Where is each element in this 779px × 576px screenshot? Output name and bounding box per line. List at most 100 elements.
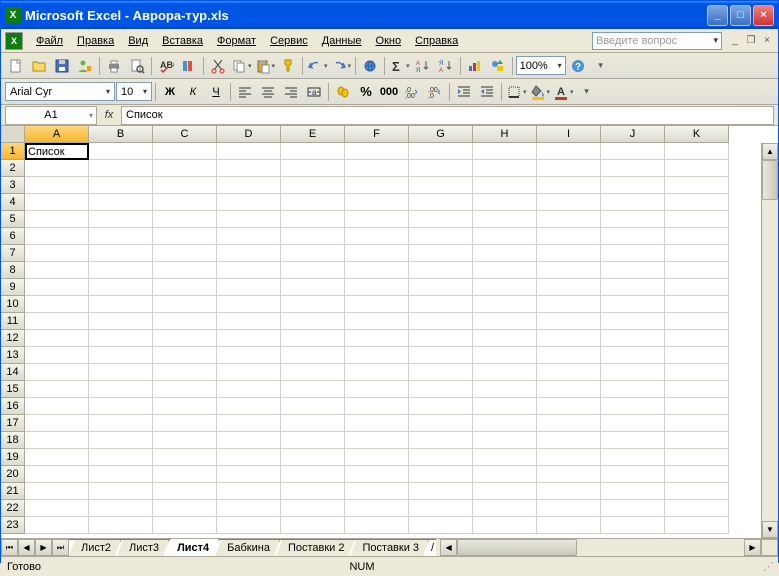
cell-B19[interactable] bbox=[89, 449, 153, 466]
cell-A2[interactable] bbox=[25, 160, 89, 177]
cell-B23[interactable] bbox=[89, 517, 153, 534]
undo-button[interactable] bbox=[306, 55, 329, 77]
cell-A8[interactable] bbox=[25, 262, 89, 279]
cell-A18[interactable] bbox=[25, 432, 89, 449]
cell-C13[interactable] bbox=[153, 347, 217, 364]
cell-A11[interactable] bbox=[25, 313, 89, 330]
cell-C4[interactable] bbox=[153, 194, 217, 211]
cell-B17[interactable] bbox=[89, 415, 153, 432]
sort-desc-button[interactable]: ЯА bbox=[435, 55, 457, 77]
close-button[interactable]: × bbox=[753, 5, 774, 26]
row-header-8[interactable]: 8 bbox=[1, 262, 25, 279]
cell-J20[interactable] bbox=[601, 466, 665, 483]
sheet-tab-Лист4[interactable]: Лист4 bbox=[165, 539, 219, 556]
cell-E1[interactable] bbox=[281, 143, 345, 160]
cell-B5[interactable] bbox=[89, 211, 153, 228]
cell-I23[interactable] bbox=[537, 517, 601, 534]
cell-F3[interactable] bbox=[345, 177, 409, 194]
cell-I16[interactable] bbox=[537, 398, 601, 415]
cell-G6[interactable] bbox=[409, 228, 473, 245]
menu-tools[interactable]: Сервис bbox=[263, 33, 315, 49]
cell-H9[interactable] bbox=[473, 279, 537, 296]
cell-D15[interactable] bbox=[217, 381, 281, 398]
select-all-corner[interactable] bbox=[1, 126, 25, 143]
cell-K18[interactable] bbox=[665, 432, 729, 449]
tab-nav-next[interactable]: ▶ bbox=[35, 539, 52, 556]
row-header-11[interactable]: 11 bbox=[1, 313, 25, 330]
cell-E3[interactable] bbox=[281, 177, 345, 194]
cell-E22[interactable] bbox=[281, 500, 345, 517]
cell-D6[interactable] bbox=[217, 228, 281, 245]
sheet-tab-Поставки 3[interactable]: Поставки 3 bbox=[351, 540, 430, 556]
cell-F16[interactable] bbox=[345, 398, 409, 415]
cell-D5[interactable] bbox=[217, 211, 281, 228]
column-header-A[interactable]: A bbox=[25, 126, 89, 143]
autosum-button[interactable]: Σ bbox=[388, 55, 411, 77]
fx-button[interactable]: fx bbox=[97, 109, 121, 121]
cell-F9[interactable] bbox=[345, 279, 409, 296]
cell-C19[interactable] bbox=[153, 449, 217, 466]
cell-G1[interactable] bbox=[409, 143, 473, 160]
cell-K10[interactable] bbox=[665, 296, 729, 313]
menu-edit[interactable]: Правка bbox=[70, 33, 121, 49]
cell-E18[interactable] bbox=[281, 432, 345, 449]
scroll-left-button[interactable]: ◀ bbox=[440, 539, 457, 556]
tab-nav-last[interactable]: ⏭ bbox=[52, 539, 69, 556]
cell-G17[interactable] bbox=[409, 415, 473, 432]
cell-A16[interactable] bbox=[25, 398, 89, 415]
minimize-button[interactable]: _ bbox=[707, 5, 728, 26]
cell-F21[interactable] bbox=[345, 483, 409, 500]
cell-F14[interactable] bbox=[345, 364, 409, 381]
cell-D13[interactable] bbox=[217, 347, 281, 364]
cell-B2[interactable] bbox=[89, 160, 153, 177]
cell-F12[interactable] bbox=[345, 330, 409, 347]
cell-C5[interactable] bbox=[153, 211, 217, 228]
cell-F19[interactable] bbox=[345, 449, 409, 466]
doc-minimize-button[interactable]: _ bbox=[728, 34, 742, 48]
cell-D20[interactable] bbox=[217, 466, 281, 483]
cell-C2[interactable] bbox=[153, 160, 217, 177]
cell-E23[interactable] bbox=[281, 517, 345, 534]
scroll-down-button[interactable]: ▼ bbox=[762, 521, 778, 538]
cell-H12[interactable] bbox=[473, 330, 537, 347]
cell-I17[interactable] bbox=[537, 415, 601, 432]
cell-B16[interactable] bbox=[89, 398, 153, 415]
tab-nav-first[interactable]: ⏮ bbox=[1, 539, 18, 556]
cell-A12[interactable] bbox=[25, 330, 89, 347]
cell-F22[interactable] bbox=[345, 500, 409, 517]
cell-G16[interactable] bbox=[409, 398, 473, 415]
format-painter-button[interactable] bbox=[277, 55, 299, 77]
cell-A17[interactable] bbox=[25, 415, 89, 432]
cell-E17[interactable] bbox=[281, 415, 345, 432]
cell-F13[interactable] bbox=[345, 347, 409, 364]
paste-button[interactable] bbox=[254, 55, 277, 77]
cell-H3[interactable] bbox=[473, 177, 537, 194]
cell-H10[interactable] bbox=[473, 296, 537, 313]
cell-I21[interactable] bbox=[537, 483, 601, 500]
cell-D10[interactable] bbox=[217, 296, 281, 313]
cell-K3[interactable] bbox=[665, 177, 729, 194]
sheet-tab-Бабкина[interactable]: Бабкина bbox=[215, 540, 280, 556]
row-header-18[interactable]: 18 bbox=[1, 432, 25, 449]
cell-H13[interactable] bbox=[473, 347, 537, 364]
cell-D4[interactable] bbox=[217, 194, 281, 211]
font-combo[interactable]: Arial Cyr bbox=[5, 82, 115, 101]
cell-H17[interactable] bbox=[473, 415, 537, 432]
row-header-20[interactable]: 20 bbox=[1, 466, 25, 483]
cell-J17[interactable] bbox=[601, 415, 665, 432]
cell-K20[interactable] bbox=[665, 466, 729, 483]
cell-A1[interactable]: Список bbox=[25, 143, 89, 160]
column-header-C[interactable]: C bbox=[153, 126, 217, 143]
cell-K15[interactable] bbox=[665, 381, 729, 398]
hyperlink-button[interactable] bbox=[359, 55, 381, 77]
cell-E5[interactable] bbox=[281, 211, 345, 228]
cell-I9[interactable] bbox=[537, 279, 601, 296]
row-header-17[interactable]: 17 bbox=[1, 415, 25, 432]
comma-button[interactable]: 000 bbox=[378, 81, 400, 103]
column-header-H[interactable]: H bbox=[473, 126, 537, 143]
menu-insert[interactable]: Вставка bbox=[155, 33, 210, 49]
vscroll-thumb[interactable] bbox=[762, 160, 778, 200]
cell-G5[interactable] bbox=[409, 211, 473, 228]
cell-J14[interactable] bbox=[601, 364, 665, 381]
increase-decimal-button[interactable]: ,0,00 bbox=[401, 81, 423, 103]
